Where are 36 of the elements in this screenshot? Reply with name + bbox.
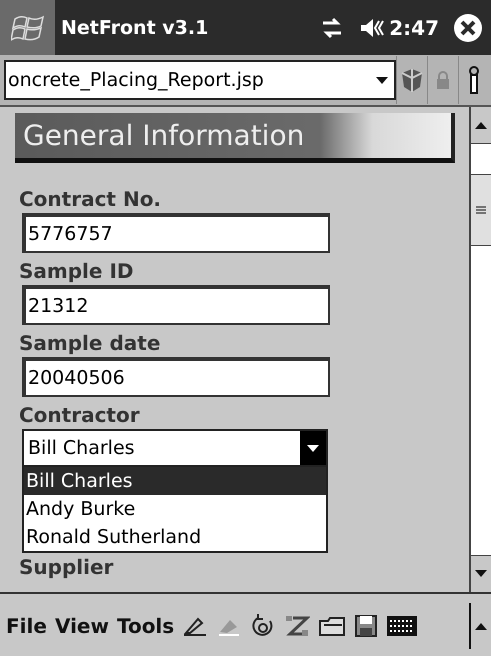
scroll-down-icon[interactable] [475,570,487,578]
antenna-icon[interactable] [468,66,480,94]
field-label: Contract No. [19,186,162,213]
close-icon[interactable] [453,12,483,42]
app-title: NetFront v3.1 [61,16,210,38]
folder-icon[interactable] [318,614,346,636]
menu-item[interactable]: Tools [116,614,174,638]
dropdown-option[interactable]: Bill Charles [24,467,326,495]
contractor-dropdown[interactable]: Bill Charles [22,429,328,467]
keyboard-icon[interactable] [386,614,418,638]
dropdown-option[interactable]: Andy Burke [24,495,326,523]
field-label: Sample ID [19,258,134,285]
input-panel-arrow-icon[interactable] [475,622,487,630]
scrollbar[interactable] [469,107,491,592]
menu-item[interactable]: View [54,614,109,638]
input-field[interactable]: 21312 [22,285,330,325]
zoom-icon[interactable] [284,614,310,638]
pen-icon[interactable] [182,614,208,636]
grip-icon [476,206,486,214]
field-label: Contractor [19,402,141,429]
input-field[interactable]: 5776757 [22,213,330,253]
cube-icon[interactable] [399,67,425,93]
section-title: General Information [23,119,304,152]
input-field[interactable]: 20040506 [22,357,330,397]
caret-icon [306,443,320,453]
save-icon[interactable] [354,614,378,638]
scroll-thumb[interactable] [471,174,491,246]
field-label: Supplier [19,554,114,581]
clock-time[interactable]: 2:47 [389,16,439,40]
speaker-icon[interactable] [359,16,386,38]
scroll-up-icon[interactable] [475,121,487,129]
start-button[interactable] [0,0,55,55]
field-label: Sample date [19,330,162,357]
dropdown-option[interactable]: Ronald Sutherland [24,523,326,551]
menu-item[interactable]: File [6,614,47,638]
address-field[interactable]: oncrete_Placing_Report.jsp [4,60,396,100]
